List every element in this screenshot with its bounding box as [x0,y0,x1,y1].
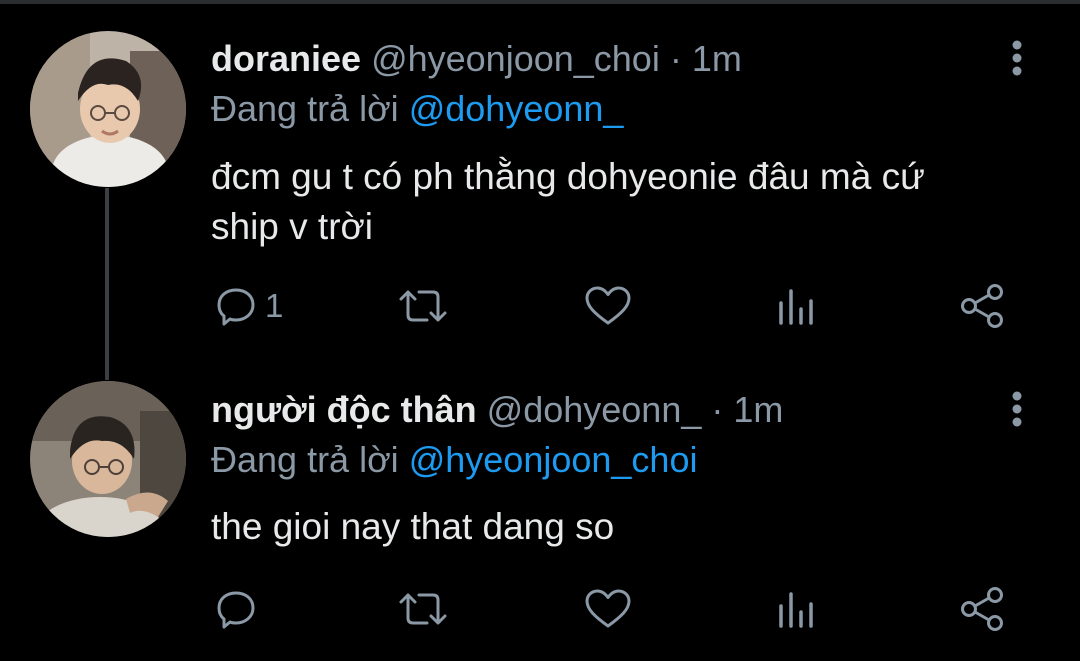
tweet-actions [211,584,1031,634]
display-name[interactable]: doraniee [211,38,361,79]
more-vertical-icon[interactable] [1003,389,1031,429]
tweet-text-line: đcm gu t có ph thằng dohyeonie đâu mà cứ [211,156,925,197]
tweet-text: the gioi nay that dang so [211,502,1041,552]
separator-dot: · [669,38,682,79]
replying-to-mention[interactable]: @dohyeonn_ [409,88,624,129]
tweet-header: doraniee @hyeonjoon_choi · 1m [211,38,742,80]
retweet-button[interactable] [397,281,449,331]
timestamp[interactable]: 1m [733,389,783,430]
thread-connector-line [105,188,109,380]
profile-photo-icon [30,31,186,187]
replying-to-label: Đang trả lời [211,88,399,129]
replying-to: Đang trả lời @dohyeonn_ [211,88,623,130]
timestamp[interactable]: 1m [692,38,742,79]
tweet-text: đcm gu t có ph thằng dohyeonie đâu mà cứ… [211,152,1041,252]
replying-to: Đang trả lời @hyeonjoon_choi [211,439,697,481]
tweet-text-line: ship v trời [211,206,374,247]
reply-icon [217,591,255,629]
profile-photo-icon [30,381,186,537]
like-button[interactable] [584,281,632,331]
analytics-button[interactable] [777,281,817,331]
reply-button[interactable] [215,584,265,634]
retweet-button[interactable] [397,584,449,634]
share-button[interactable] [959,584,1005,634]
replying-to-label: Đang trả lời [211,439,399,480]
share-icon [961,587,1003,631]
tweet-actions: 1 [211,281,1031,331]
analytics-icon [779,592,813,628]
retweet-icon [399,593,447,625]
like-button[interactable] [584,584,632,634]
replying-to-mention[interactable]: @hyeonjoon_choi [409,439,698,480]
reply-icon [217,288,255,326]
analytics-button[interactable] [777,584,817,634]
analytics-icon [779,289,813,325]
user-handle[interactable]: @hyeonjoon_choi [371,38,660,79]
tweet-header: người độc thân @dohyeonn_ · 1m [211,389,783,431]
separator-dot: · [711,389,724,430]
share-icon [961,284,1003,328]
retweet-icon [399,290,447,322]
avatar[interactable] [30,381,186,537]
user-handle[interactable]: @dohyeonn_ [487,389,702,430]
display-name[interactable]: người độc thân [211,389,477,430]
more-vertical-icon[interactable] [1003,38,1031,78]
tweet-text-line: the gioi nay that dang so [211,506,615,547]
avatar[interactable] [30,31,186,187]
share-button[interactable] [959,281,1005,331]
reply-count: 1 [265,287,284,324]
heart-icon [585,589,631,628]
top-divider [0,0,1080,4]
heart-icon [585,286,631,325]
reply-button[interactable]: 1 [215,281,283,331]
